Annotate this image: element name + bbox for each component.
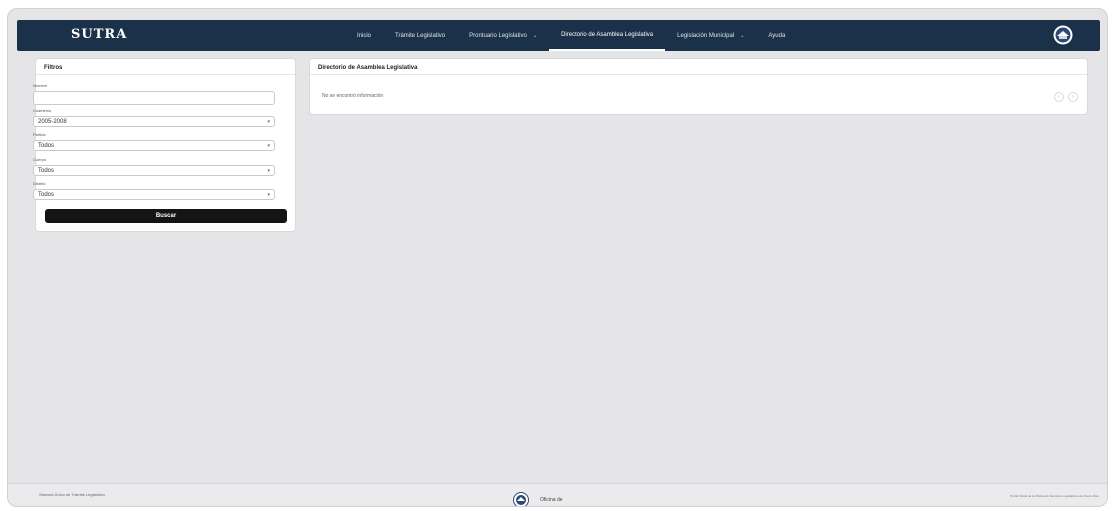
partido-select[interactable]: Todos ▾ (33, 140, 275, 151)
distrito-value: Todos (38, 192, 55, 198)
chevron-down-icon: ⌄ (532, 32, 538, 39)
cuatrienio-value: 2005-2008 (38, 119, 67, 125)
cuatrienio-select[interactable]: 2005-2008 ▾ (33, 116, 275, 127)
footer-left-title: Sistema Único de Trámite Legislativo (39, 492, 105, 497)
partido-value: Todos (38, 143, 55, 149)
footer-right-text[interactable]: Portal Oficial de la Oficina de Servicio… (1010, 494, 1099, 498)
filters-title: Filtros (36, 59, 295, 75)
nombre-input[interactable] (33, 91, 275, 105)
chevron-down-icon: ▾ (267, 143, 270, 149)
seal-icon[interactable] (1053, 25, 1073, 45)
next-page-button[interactable]: › (1068, 92, 1078, 102)
nav-menu: Inicio Trámite Legislativo Prontuario Le… (345, 20, 797, 51)
chevron-down-icon: ▾ (267, 168, 270, 174)
nav-item-legislacion-municipal[interactable]: Legislación Municipal ⌄ (665, 20, 756, 51)
chevron-down-icon: ⌄ (740, 32, 745, 39)
nav-item-prontuario-legislativo[interactable]: Prontuario Legislativo ⌄ (457, 20, 549, 51)
directory-panel: Directorio de Asamblea Legislativa No se… (309, 58, 1088, 115)
empty-message: No se encontró información (322, 93, 384, 99)
distrito-label: Distrito (33, 181, 46, 186)
cuerpo-select[interactable]: Todos ▾ (33, 165, 275, 176)
footer-center-text: Oficina de (540, 497, 563, 503)
top-navbar: SUTRA Inicio Trámite Legislativo Prontua… (17, 20, 1100, 51)
cuatrienio-label: Cuatrienio (33, 108, 52, 113)
nav-item-ayuda[interactable]: Ayuda (756, 20, 797, 51)
nav-item-label: Directorio de Asamblea Legislativa (561, 31, 654, 38)
nav-item-label: Ayuda (768, 32, 786, 39)
nav-item-inicio[interactable]: Inicio (345, 20, 383, 51)
partido-label: Partido (33, 132, 46, 137)
directory-title: Directorio de Asamblea Legislativa (310, 59, 1087, 75)
search-button[interactable]: Buscar (45, 209, 287, 223)
sutra-logo[interactable]: SUTRA (71, 27, 127, 42)
oficina-seal-icon (513, 492, 529, 506)
cuerpo-label: Cuerpo (33, 157, 47, 162)
nav-item-label: Legislación Municipal (677, 32, 735, 39)
nav-item-directorio[interactable]: Directorio de Asamblea Legislativa (549, 20, 666, 51)
prev-page-button[interactable]: ‹ (1054, 92, 1064, 102)
nav-item-tramite-legislativo[interactable]: Trámite Legislativo (383, 20, 457, 51)
nav-item-label: Prontuario Legislativo (469, 32, 527, 39)
chevron-down-icon: ▾ (267, 192, 270, 198)
cuerpo-value: Todos (38, 168, 55, 174)
app-window: SUTRA Inicio Trámite Legislativo Prontua… (7, 8, 1108, 507)
footer-left: Sistema Único de Trámite Legislativo (39, 492, 105, 498)
nav-item-label: Trámite Legislativo (395, 32, 446, 39)
nav-item-label: Inicio (357, 32, 372, 39)
chevron-down-icon: ▾ (267, 119, 270, 125)
distrito-select[interactable]: Todos ▾ (33, 189, 275, 200)
pagination: ‹ › (1054, 92, 1078, 102)
page-footer: Sistema Único de Trámite Legislativo Ofi… (8, 483, 1107, 506)
nombre-label: Nombre (33, 83, 48, 88)
